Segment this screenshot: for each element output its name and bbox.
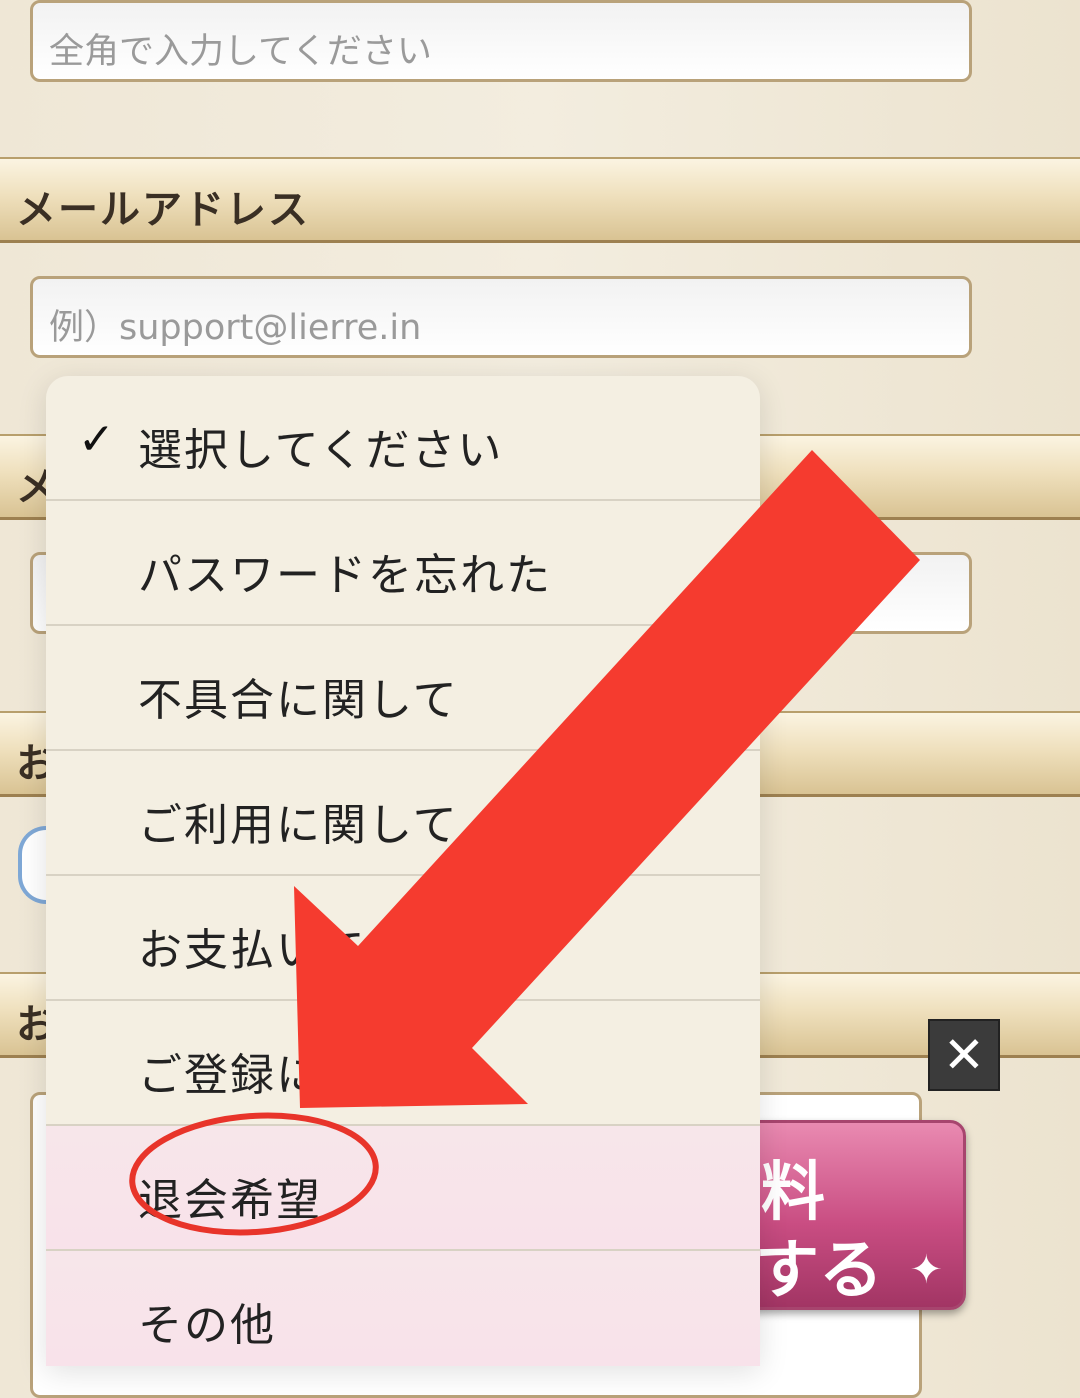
- email-placeholder: 例）support@lierre.in: [49, 308, 422, 348]
- dropdown-option-label: 選択してください: [138, 425, 504, 476]
- dropdown-option[interactable]: パスワードを忘れた: [46, 501, 760, 626]
- sparkle-icon: ✦: [909, 1247, 943, 1293]
- name-placeholder: 全角で入力してください: [49, 32, 432, 72]
- dropdown-option[interactable]: ✓ 選択してください: [46, 376, 760, 501]
- banner-line2: する: [755, 1234, 883, 1308]
- dropdown-option-label: パスワードを忘れた: [138, 550, 552, 601]
- dropdown-option-label: ご登録に: [138, 1050, 322, 1101]
- dropdown-option-label: その他: [138, 1300, 276, 1351]
- email-section-label: メールアドレス: [16, 187, 310, 233]
- dropdown-option[interactable]: ご利用に関して: [46, 751, 760, 876]
- close-icon[interactable]: ✕: [928, 1019, 1000, 1091]
- dropdown-option-label: ご利用に関して: [138, 800, 459, 851]
- name-input[interactable]: 全角で入力してください: [30, 0, 972, 82]
- dropdown-option-label: 退会希望: [138, 1175, 322, 1226]
- email-input[interactable]: 例）support@lierre.in: [30, 276, 972, 358]
- dropdown-option-label: 不具合に関して: [138, 675, 459, 726]
- dropdown-option[interactable]: ご登録に: [46, 1001, 760, 1126]
- dropdown-option[interactable]: その他: [46, 1251, 760, 1366]
- dropdown-option-label: お支払いて: [138, 925, 367, 976]
- checkmark-icon: ✓: [78, 414, 115, 465]
- dropdown-option[interactable]: お支払いて: [46, 876, 760, 1001]
- inquiry-type-dropdown[interactable]: ✓ 選択してください パスワードを忘れた 不具合に関して ご利用に関して お支払…: [46, 376, 760, 1366]
- dropdown-option[interactable]: 不具合に関して: [46, 626, 760, 751]
- dropdown-option-withdrawal[interactable]: 退会希望: [46, 1126, 760, 1251]
- email-section-header: メールアドレス: [0, 157, 1080, 243]
